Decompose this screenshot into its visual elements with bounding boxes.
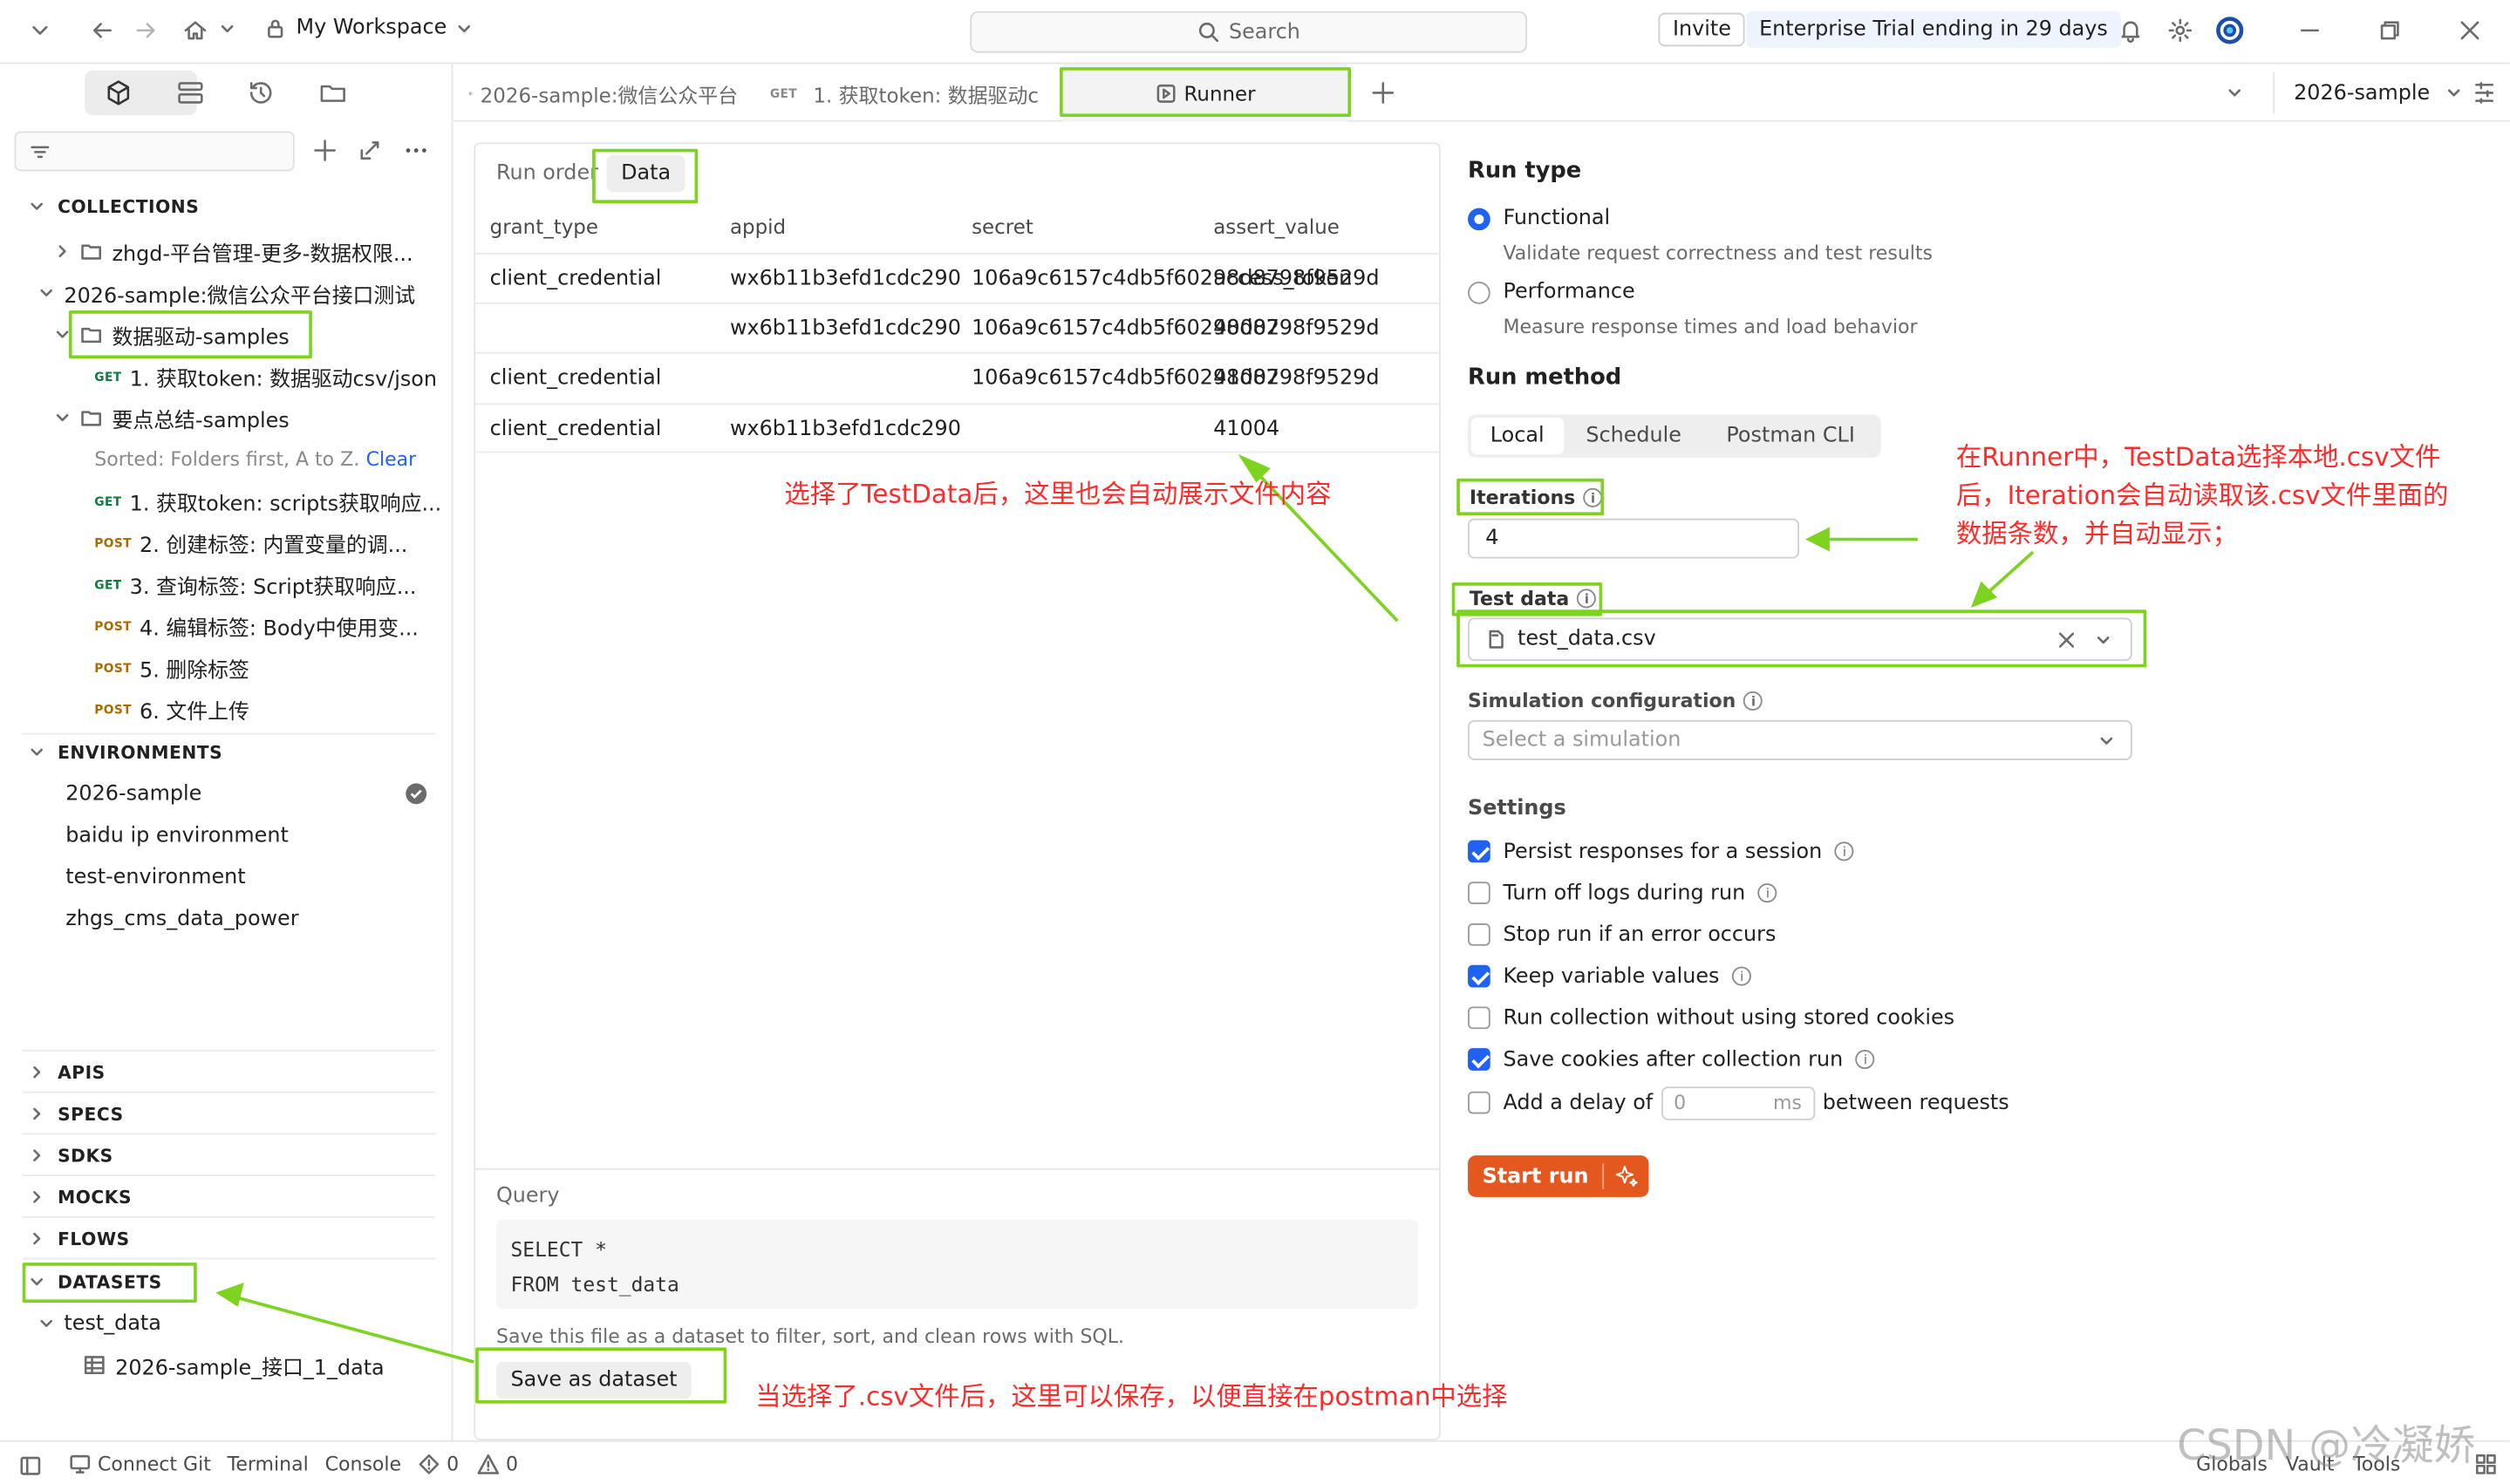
warning-triangle-icon [477, 1454, 500, 1474]
status-bar: Connect Git Terminal Console 0 0 Globals… [0, 1423, 2510, 1484]
errors-count[interactable]: 0 [418, 1453, 460, 1476]
postman-window: My Workspace Search Invite Enterprise Tr… [0, 0, 2510, 1484]
annotation-line: 在Runner中，TestData选择本地.csv文件 [1955, 441, 2441, 473]
connect-git-button[interactable]: Connect Git [69, 1453, 211, 1476]
warnings-count[interactable]: 0 [477, 1453, 519, 1476]
warnings-value: 0 [505, 1453, 519, 1476]
annotation-iteration: 在Runner中，TestData选择本地.csv文件 后，Iteration会… [1956, 439, 2449, 554]
error-diamond-icon [419, 1454, 440, 1474]
annotation-table: 选择了TestData后，这里也会自动展示文件内容 [784, 478, 1332, 509]
annotation-arrows [215, 453, 2035, 1364]
layout-grid-icon[interactable] [2475, 1453, 2498, 1476]
toggle-sidebar-icon[interactable] [19, 1454, 42, 1477]
watermark: CSDN @冷凝娇 [2177, 1422, 2476, 1471]
terminal-button[interactable]: Terminal [228, 1453, 309, 1476]
console-button[interactable]: Console [325, 1453, 401, 1476]
errors-value: 0 [447, 1453, 460, 1476]
annotation-line: 后，Iteration会自动读取该.csv文件里面的 [1955, 480, 2449, 511]
monitor-icon [70, 1454, 91, 1474]
status-label: Connect Git [97, 1453, 211, 1476]
annotation-line: 数据条数，并自动显示； [1955, 518, 2238, 549]
annotation-save: 当选择了.csv文件后，这里可以保存，以便直接在postman中选择 [755, 1380, 1508, 1412]
